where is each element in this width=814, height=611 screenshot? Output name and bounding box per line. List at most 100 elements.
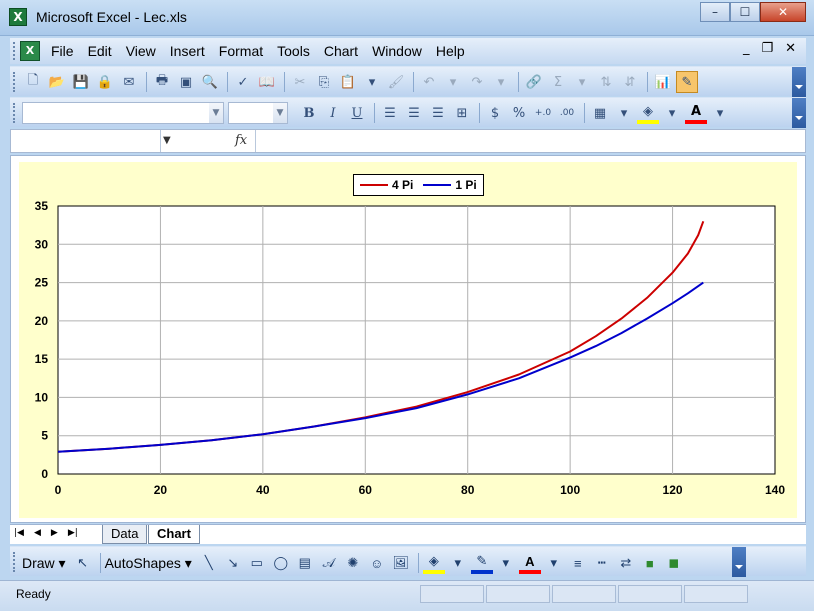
- chevron-down-icon[interactable]: ▼: [273, 103, 287, 123]
- formula-input[interactable]: [255, 130, 805, 152]
- redo-icon[interactable]: ↷: [466, 71, 488, 93]
- chart-wizard-icon[interactable]: 📊: [652, 71, 674, 93]
- workbook-minimize-icon[interactable]: _: [743, 41, 750, 56]
- menu-window[interactable]: Window: [372, 43, 422, 59]
- text-box-icon[interactable]: ▤: [294, 552, 316, 574]
- sort-ascending-icon[interactable]: ⇅: [595, 71, 617, 93]
- drawing-toggle-icon[interactable]: ✎: [676, 71, 698, 93]
- chart-area[interactable]: 0 20 40 60 80 100 120 140 0 5 10 15 20 25 30 35 4 Pi 1 …: [19, 162, 797, 518]
- arrow-style-icon[interactable]: ⇄: [615, 552, 637, 574]
- spelling-icon[interactable]: ✓: [232, 71, 254, 93]
- picture-icon[interactable]: 🖼: [390, 552, 412, 574]
- menu-tools[interactable]: Tools: [277, 43, 310, 59]
- close-button[interactable]: ✕: [760, 2, 806, 22]
- hyperlink-icon[interactable]: 🔗: [523, 71, 545, 93]
- research-icon[interactable]: 📖: [256, 71, 278, 93]
- menu-view[interactable]: View: [126, 43, 156, 59]
- increase-decimal-icon[interactable]: +.0: [532, 102, 554, 124]
- fill-color-dropdown-icon[interactable]: ▾: [661, 102, 683, 124]
- align-right-icon[interactable]: ☰: [427, 102, 449, 124]
- arrow-icon[interactable]: ↘: [222, 552, 244, 574]
- menubar-grip[interactable]: [13, 42, 16, 60]
- email-icon[interactable]: ✉: [118, 71, 140, 93]
- fill-color-icon[interactable]: ◈: [422, 552, 445, 574]
- restore-button[interactable]: ☐: [730, 2, 760, 22]
- decrease-decimal-icon[interactable]: .00: [556, 102, 578, 124]
- copy-icon[interactable]: ⎘: [313, 71, 335, 93]
- menu-edit[interactable]: Edit: [88, 43, 112, 59]
- new-icon[interactable]: 🗋: [22, 71, 44, 93]
- bold-button[interactable]: B: [298, 102, 320, 124]
- plot-area[interactable]: [57, 205, 776, 475]
- autosum-dropdown-icon[interactable]: ▾: [571, 71, 593, 93]
- pdf-icon[interactable]: ▣: [175, 71, 197, 93]
- name-box-dropdown-icon[interactable]: ▼: [163, 135, 171, 146]
- currency-button[interactable]: $: [484, 102, 506, 124]
- save-icon[interactable]: 💾: [70, 71, 92, 93]
- sort-descending-icon[interactable]: ⇵: [619, 71, 641, 93]
- line-style-icon[interactable]: ≡: [567, 552, 589, 574]
- redo-dropdown-icon[interactable]: ▾: [490, 71, 512, 93]
- fill-color-icon[interactable]: ◈: [637, 102, 659, 124]
- rectangle-icon[interactable]: ▭: [246, 552, 268, 574]
- toolbar-options-button[interactable]: [732, 547, 746, 577]
- align-left-icon[interactable]: ☰: [379, 102, 401, 124]
- font-size-combo[interactable]: ▼: [228, 102, 288, 124]
- next-sheet-icon[interactable]: ▶: [51, 528, 58, 538]
- toolbar-options-button[interactable]: [792, 67, 806, 97]
- format-painter-icon[interactable]: 🖌: [385, 71, 407, 93]
- paste-icon[interactable]: 📋: [337, 71, 359, 93]
- undo-icon[interactable]: ↶: [418, 71, 440, 93]
- font-color-dropdown-icon[interactable]: ▾: [543, 552, 565, 574]
- fill-color-dropdown-icon[interactable]: ▾: [447, 552, 469, 574]
- font-color-dropdown-icon[interactable]: ▾: [709, 102, 731, 124]
- percent-button[interactable]: %: [508, 102, 530, 124]
- toolbar-grip[interactable]: [13, 552, 16, 572]
- workbook-close-icon[interactable]: ✕: [785, 41, 796, 56]
- select-objects-icon[interactable]: ↖: [72, 552, 94, 574]
- minimize-button[interactable]: –: [700, 2, 730, 22]
- wordart-icon[interactable]: 𝒜: [318, 552, 340, 574]
- dash-style-icon[interactable]: ┅: [591, 552, 613, 574]
- menu-file[interactable]: File: [51, 43, 74, 59]
- open-icon[interactable]: 📂: [46, 71, 68, 93]
- line-chart[interactable]: 0 20 40 60 80 100 120 140 0 5 10 15 20 25 30 35: [19, 162, 797, 518]
- menu-format[interactable]: Format: [219, 43, 263, 59]
- borders-icon[interactable]: ▦: [589, 102, 611, 124]
- font-name-combo[interactable]: ▼: [22, 102, 224, 124]
- workbook-icon[interactable]: X: [20, 41, 40, 61]
- 3d-style-icon[interactable]: ◼: [663, 552, 685, 574]
- menu-help[interactable]: Help: [436, 43, 465, 59]
- merge-center-icon[interactable]: ⊞: [451, 102, 473, 124]
- print-preview-icon[interactable]: 🔍: [199, 71, 221, 93]
- borders-dropdown-icon[interactable]: ▾: [613, 102, 635, 124]
- paste-dropdown-icon[interactable]: ▾: [361, 71, 383, 93]
- print-icon[interactable]: 🖶: [151, 71, 173, 93]
- first-sheet-icon[interactable]: |◀: [14, 528, 24, 538]
- undo-dropdown-icon[interactable]: ▾: [442, 71, 464, 93]
- line-color-icon[interactable]: ✎: [470, 552, 493, 574]
- chevron-down-icon[interactable]: ▼: [209, 103, 223, 123]
- font-color-icon[interactable]: A: [518, 552, 541, 574]
- font-color-icon[interactable]: A: [685, 102, 707, 124]
- insert-function-icon[interactable]: fx: [235, 133, 247, 148]
- shadow-icon[interactable]: ■: [639, 552, 661, 574]
- cut-icon[interactable]: ✂: [289, 71, 311, 93]
- chart-legend[interactable]: 4 Pi 1 Pi: [353, 174, 484, 196]
- toolbar-grip[interactable]: [13, 72, 16, 92]
- toolbar-grip[interactable]: [13, 103, 16, 123]
- autosum-icon[interactable]: Σ: [547, 71, 569, 93]
- last-sheet-icon[interactable]: ▶|: [68, 528, 78, 538]
- line-icon[interactable]: ╲: [198, 552, 220, 574]
- line-color-dropdown-icon[interactable]: ▾: [495, 552, 517, 574]
- permission-icon[interactable]: 🔒: [94, 71, 116, 93]
- tab-data[interactable]: Data: [102, 525, 148, 544]
- workbook-restore-icon[interactable]: ❐: [761, 41, 773, 56]
- diagram-icon[interactable]: ✺: [342, 552, 364, 574]
- draw-menu-button[interactable]: Draw ▾: [22, 555, 66, 572]
- tab-chart[interactable]: Chart: [148, 525, 200, 544]
- align-center-icon[interactable]: ☰: [403, 102, 425, 124]
- name-box[interactable]: [11, 130, 161, 152]
- oval-icon[interactable]: ◯: [270, 552, 292, 574]
- menu-insert[interactable]: Insert: [170, 43, 205, 59]
